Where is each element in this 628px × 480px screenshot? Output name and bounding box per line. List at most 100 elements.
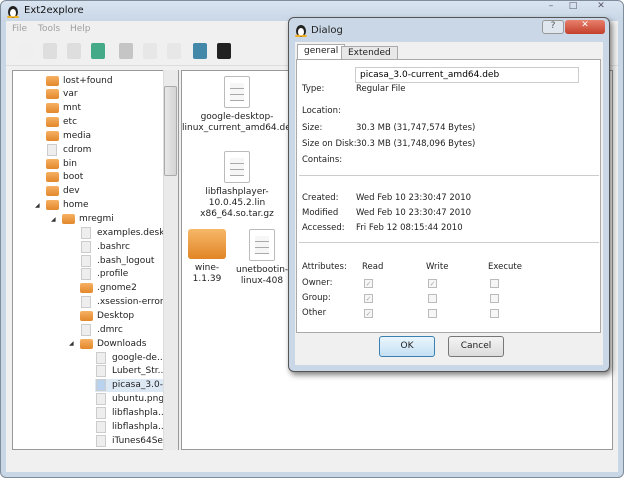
other-label: Other	[302, 308, 327, 318]
new-icon[interactable]	[16, 41, 36, 61]
file-icon-item[interactable]: google-desktop-linux_current_amd64.deb	[182, 76, 297, 134]
folder-icon[interactable]	[40, 41, 60, 61]
file-icon-item[interactable]: libflashplayer-10.0.45.2.lin x86_64.so.ta…	[182, 151, 292, 220]
tree-item[interactable]: .profile	[80, 268, 132, 281]
tree-item[interactable]: .bash_logout	[80, 254, 158, 267]
tree-item[interactable]: libflashpla...	[95, 406, 171, 419]
export-icon-glyph	[91, 43, 105, 59]
cut-icon-glyph	[119, 43, 133, 59]
divider	[299, 242, 599, 243]
tree-item[interactable]: Lubert_Str...	[95, 365, 170, 378]
linux-icon[interactable]	[214, 41, 234, 61]
tree-item[interactable]: boot	[46, 171, 87, 184]
menu-tools[interactable]: Tools	[38, 24, 60, 34]
icon-label: linux_current_amd64.deb	[182, 123, 297, 133]
group-read-checkbox[interactable]: ✓	[364, 294, 373, 303]
cancel-button[interactable]: Cancel	[448, 336, 504, 357]
document-icon	[224, 76, 250, 108]
tree-item[interactable]: .bashrc	[80, 240, 134, 253]
linux-penguin-icon	[295, 25, 307, 37]
document-icon	[249, 229, 275, 261]
owner-execute-checkbox[interactable]	[490, 279, 499, 288]
minimize-button[interactable]: –	[540, 1, 562, 15]
tree-item[interactable]: .gnome2	[80, 282, 141, 295]
linux-icon-glyph	[217, 43, 231, 59]
tree-item[interactable]: media	[46, 129, 95, 142]
execute-header: Execute	[488, 262, 522, 272]
tree-item-label: ubuntu.png	[112, 394, 165, 405]
tree-item[interactable]: .xsession-errors	[80, 296, 172, 309]
tree-item-label: examples.desk...	[97, 227, 174, 238]
icon-label: wine-1.1.39	[192, 263, 222, 284]
accessed-label: Accessed:	[302, 223, 345, 233]
tree-item-label: media	[63, 130, 92, 141]
expand-arrow-icon[interactable]: ◢	[51, 216, 56, 223]
other-write-checkbox[interactable]	[428, 309, 437, 318]
tree-item[interactable]: bin	[46, 157, 81, 170]
help-button[interactable]: ?	[542, 20, 564, 34]
close-button[interactable]: ✕	[590, 1, 612, 15]
tree-item[interactable]: mnt	[46, 102, 85, 115]
tree-item[interactable]: mregmi	[62, 213, 118, 226]
tab-extended[interactable]: Extended	[341, 46, 398, 60]
menu-file[interactable]: File	[12, 24, 27, 34]
expand-arrow-icon[interactable]: ◢	[69, 340, 74, 347]
tree-item-label: cdrom	[63, 144, 92, 155]
tree-item[interactable]: dev	[46, 185, 84, 198]
tree-item[interactable]: Downloads	[80, 337, 150, 350]
tree-item[interactable]: ubuntu.png	[95, 393, 168, 406]
divider	[299, 175, 599, 176]
computer-icon[interactable]	[190, 41, 210, 61]
file-icon	[81, 240, 91, 253]
copy-icon[interactable]	[140, 41, 160, 61]
tree-item-label: boot	[63, 172, 84, 183]
tree-item[interactable]: Desktop	[80, 309, 138, 322]
group-execute-checkbox[interactable]	[490, 294, 499, 303]
owner-label: Owner:	[302, 278, 333, 288]
tree-item-label: Lubert_Str...	[112, 366, 167, 377]
file-icon	[96, 365, 106, 378]
other-execute-checkbox[interactable]	[490, 309, 499, 318]
icon-label: x86_64.so.tar.gz	[200, 209, 274, 219]
file-icon	[81, 268, 91, 281]
scrollbar-thumb[interactable]	[164, 86, 177, 176]
folder-tree[interactable]: lost+found var mnt etc media cdrom bin boot dev h…	[12, 70, 179, 450]
other-read-checkbox[interactable]: ✓	[364, 309, 373, 318]
delete-icon[interactable]	[64, 41, 84, 61]
ok-button[interactable]: OK	[379, 336, 435, 357]
group-write-checkbox[interactable]	[428, 294, 437, 303]
tab-general[interactable]: general	[297, 44, 346, 60]
tree-item[interactable]: cdrom	[46, 143, 95, 156]
paste-icon[interactable]	[164, 41, 184, 61]
filename-input[interactable]	[355, 67, 579, 83]
dialog-close-button[interactable]: ✕	[565, 20, 605, 34]
tree-item[interactable]: libflashpla...	[95, 420, 171, 433]
expand-arrow-icon[interactable]: ◢	[35, 202, 40, 209]
file-icon-item[interactable]: unetbootin-linux-408	[236, 229, 288, 287]
type-label: Type:	[302, 84, 325, 94]
tree-item-label: dev	[63, 186, 80, 197]
read-header: Read	[362, 262, 384, 272]
folder-icon	[46, 103, 59, 114]
maximize-button[interactable]: □	[562, 1, 584, 15]
tree-item[interactable]: var	[46, 88, 82, 101]
menu-help[interactable]: Help	[70, 24, 91, 34]
folder-icon	[46, 117, 59, 128]
file-icon	[96, 351, 106, 364]
file-icon-item[interactable]: wine-1.1.39	[182, 229, 232, 285]
tree-item[interactable]: .dmrc	[80, 323, 127, 336]
tree-item-label: Downloads	[97, 338, 147, 349]
tree-item[interactable]: home	[46, 199, 93, 212]
tree-item[interactable]: etc	[46, 116, 81, 129]
export-icon[interactable]	[88, 41, 108, 61]
tree-item[interactable]: google-de...	[95, 351, 170, 364]
linux-penguin-icon	[7, 6, 19, 18]
cut-icon[interactable]	[116, 41, 136, 61]
owner-read-checkbox[interactable]: ✓	[364, 279, 373, 288]
tree-item-label: var	[63, 89, 78, 100]
tree-item[interactable]: lost+found	[46, 74, 117, 87]
folder-icon	[46, 75, 59, 86]
owner-write-checkbox[interactable]: ✓	[428, 279, 437, 288]
tree-item-label: etc	[63, 117, 78, 128]
window-controls: – □ ✕	[540, 0, 620, 16]
